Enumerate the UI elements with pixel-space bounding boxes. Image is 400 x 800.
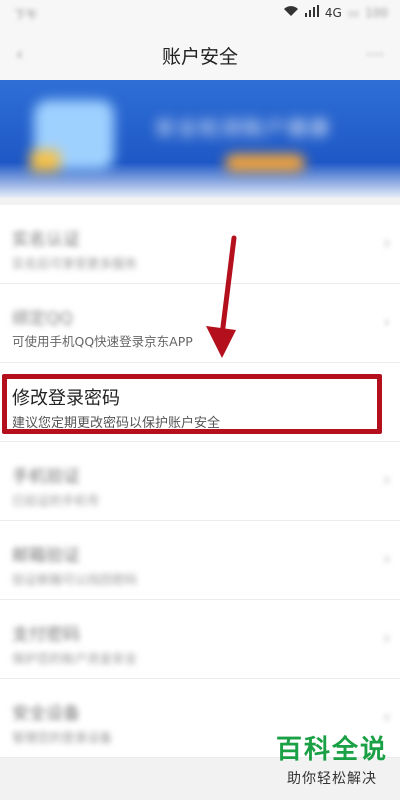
status-icons: 4G ▭ 100 [283, 5, 388, 20]
list-item-title: 实名认证 [12, 230, 80, 250]
signal-icon [304, 5, 319, 20]
list-item-subtitle: 保护您的账户资金安全 [12, 651, 138, 666]
list-item-title: 邮箱验证 [12, 546, 80, 566]
list-item-title: 安全设备 [12, 704, 80, 724]
wifi-icon [283, 5, 299, 20]
status-time: 下午 [14, 8, 39, 22]
watermark-logo: 百科全说 [275, 735, 388, 765]
banner-button[interactable] [225, 154, 305, 172]
list-item-title: 手机验证 [12, 467, 80, 487]
nav-bar: ‹ 账户安全 ⋯ [0, 28, 400, 80]
chevron-right-icon: › [383, 470, 390, 489]
promo-banner[interactable]: 安全检测账户健康 [0, 80, 400, 198]
list-item-subtitle: 已验证的手机号 [12, 493, 100, 508]
chevron-right-icon: › [383, 707, 390, 726]
list-item-title: 绑定QQ [12, 309, 73, 329]
security-list: 实名认证 实名后可享受更多服务 › 绑定QQ 可使用手机QQ快速登录京东APP … [0, 205, 400, 758]
highlight-box [2, 374, 382, 434]
chevron-right-icon: › [383, 312, 390, 331]
list-item-subtitle: 管理您的登录设备 [12, 730, 113, 745]
list-item-phone[interactable]: 手机验证 已验证的手机号 › [0, 442, 400, 521]
list-item-bind-qq[interactable]: 绑定QQ 可使用手机QQ快速登录京东APP › [0, 284, 400, 363]
lock-icon [30, 150, 60, 172]
list-item-realname[interactable]: 实名认证 实名后可享受更多服务 › [0, 205, 400, 284]
banner-text: 安全检测账户健康 [155, 116, 331, 140]
chevron-right-icon: › [383, 233, 390, 252]
watermark: 百科全说 助你轻松解决 [276, 729, 388, 788]
list-item-subtitle: 可使用手机QQ快速登录京东APP [12, 334, 193, 349]
battery-level: 100 [365, 5, 388, 20]
page-title: 账户安全 [161, 46, 238, 68]
watermark-slogan: 助你轻松解决 [286, 771, 377, 787]
list-item-subtitle: 验证邮箱可以找回密码 [12, 572, 138, 587]
battery-icon: ▭ [347, 5, 360, 20]
list-item-pay-password[interactable]: 支付密码 保护您的账户资金安全 › [0, 600, 400, 679]
more-icon[interactable]: ⋯ [366, 44, 384, 65]
list-item-title: 支付密码 [12, 625, 80, 645]
status-bar: 下午 4G ▭ 100 [0, 0, 400, 28]
chevron-right-icon: › [383, 628, 390, 647]
chevron-right-icon: › [383, 549, 390, 568]
list-item-subtitle: 实名后可享受更多服务 [12, 256, 138, 271]
list-item-email[interactable]: 邮箱验证 验证邮箱可以找回密码 › [0, 521, 400, 600]
network-type: 4G [324, 5, 342, 20]
